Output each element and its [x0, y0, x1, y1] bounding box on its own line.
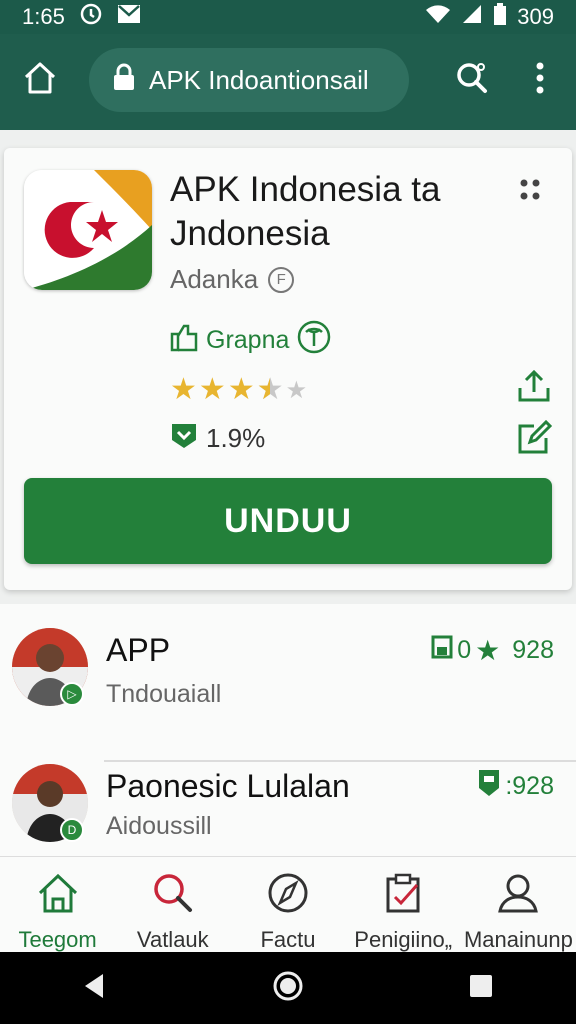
- status-time: 1:65: [22, 4, 65, 29]
- edit-icon: [516, 419, 553, 460]
- count-value: :928: [505, 772, 554, 800]
- list-item-subtitle: Tndouaiall: [106, 680, 222, 708]
- search-button[interactable]: [450, 58, 494, 102]
- thumbs-up-icon: [170, 322, 198, 359]
- edit-button[interactable]: [516, 419, 553, 456]
- nav-tasks[interactable]: Penigiino„: [346, 857, 461, 952]
- app-bar: APK Indoantionsail: [0, 34, 576, 130]
- category-label: Grapna: [206, 326, 290, 354]
- list-item-title: APP: [106, 632, 171, 668]
- count-value: 928: [512, 636, 554, 664]
- search-bar[interactable]: APK Indoantionsail: [89, 48, 409, 112]
- home-icon: [36, 871, 80, 921]
- app-icon: [24, 170, 152, 290]
- search-icon: [151, 871, 195, 921]
- app-title: APK Indonesia ta Jndonesia: [170, 170, 441, 253]
- share-icon: [516, 369, 552, 408]
- list-item[interactable]: ▷ APP Tndouaiall 0 ★ 928: [0, 628, 576, 762]
- count-prefix: 0: [457, 636, 472, 664]
- battery-icon: [493, 3, 507, 31]
- star-half-icon: ★★: [256, 373, 284, 406]
- star-icon: ★: [227, 373, 255, 406]
- sync-icon: [79, 2, 103, 32]
- list-item-subtitle: Aidoussill: [106, 812, 212, 840]
- search-icon: [454, 60, 490, 101]
- nav-search[interactable]: Vatlauk: [115, 857, 230, 952]
- star-empty-icon: ★: [285, 377, 308, 404]
- shield-icon: [477, 768, 501, 805]
- verified-badge-icon: ▷: [60, 682, 84, 706]
- home-button[interactable]: [18, 58, 62, 102]
- download-stat: 1.9%: [170, 420, 265, 457]
- star-icon: ★: [475, 635, 501, 666]
- download-percent: 1.9%: [206, 423, 266, 453]
- bottom-navigation: Teegom Vatlauk Factu Penigiino„ Manainun…: [0, 856, 576, 952]
- nav-label: Penigiino„: [354, 927, 453, 952]
- developer-label: Adanka: [170, 264, 259, 294]
- star-icon: ★: [170, 373, 197, 406]
- home-circle-icon[interactable]: [272, 970, 304, 1007]
- verified-badge-icon: D: [60, 818, 84, 842]
- info-icon[interactable]: F: [268, 266, 295, 293]
- nav-profile[interactable]: Manainunp: [461, 857, 576, 952]
- more-options-button[interactable]: [520, 58, 560, 102]
- divider: [104, 760, 576, 762]
- home-icon: [22, 60, 58, 101]
- list-item-count: :928: [477, 768, 554, 805]
- save-icon: [431, 635, 453, 666]
- search-text: APK Indoantionsail: [149, 64, 369, 95]
- nav-label: Factu: [260, 927, 316, 952]
- more-dots-icon: [518, 179, 550, 206]
- list-item[interactable]: D Paonesic Lulalan Aidoussill :928: [0, 764, 576, 858]
- back-icon[interactable]: [81, 972, 109, 1005]
- system-navigation-bar: [0, 952, 576, 1024]
- battery-level: 309: [517, 4, 554, 29]
- list-item-count: 0 ★ 928: [431, 634, 554, 667]
- wifi-icon: [425, 3, 451, 31]
- more-vert-icon: [535, 62, 545, 99]
- status-bar: 1:65 309: [0, 0, 576, 34]
- lock-icon: [111, 63, 137, 98]
- nav-label: Vatlauk: [136, 927, 209, 952]
- clipboard-icon: [381, 871, 425, 921]
- user-icon: [496, 871, 540, 921]
- star-icon: ★: [198, 373, 226, 406]
- compass-icon: [266, 871, 310, 921]
- category-tag[interactable]: Grapna: [170, 320, 331, 361]
- recents-icon[interactable]: [467, 972, 495, 1005]
- share-button[interactable]: [516, 368, 552, 404]
- signal-icon: [461, 3, 483, 31]
- star-rating: ★ ★ ★ ★★ ★: [170, 372, 307, 407]
- mail-icon: [117, 3, 141, 31]
- developer-name[interactable]: Adanka F: [170, 264, 295, 295]
- nav-explore[interactable]: Factu: [230, 857, 345, 952]
- download-button[interactable]: UNDUU: [24, 478, 552, 564]
- nav-home[interactable]: Teegom: [0, 857, 115, 952]
- palm-icon: [297, 320, 331, 361]
- app-detail-card: APK Indonesia ta Jndonesia Adanka F Grap…: [4, 148, 572, 590]
- card-more-button[interactable]: [518, 178, 550, 202]
- app-list: ▷ APP Tndouaiall 0 ★ 928 D Paonesic Lula…: [0, 604, 576, 858]
- nav-label: Teegom: [18, 927, 97, 952]
- nav-label: Manainunp: [463, 927, 573, 952]
- list-item-title: Paonesic Lulalan: [106, 768, 350, 804]
- shield-download-icon: [170, 420, 198, 457]
